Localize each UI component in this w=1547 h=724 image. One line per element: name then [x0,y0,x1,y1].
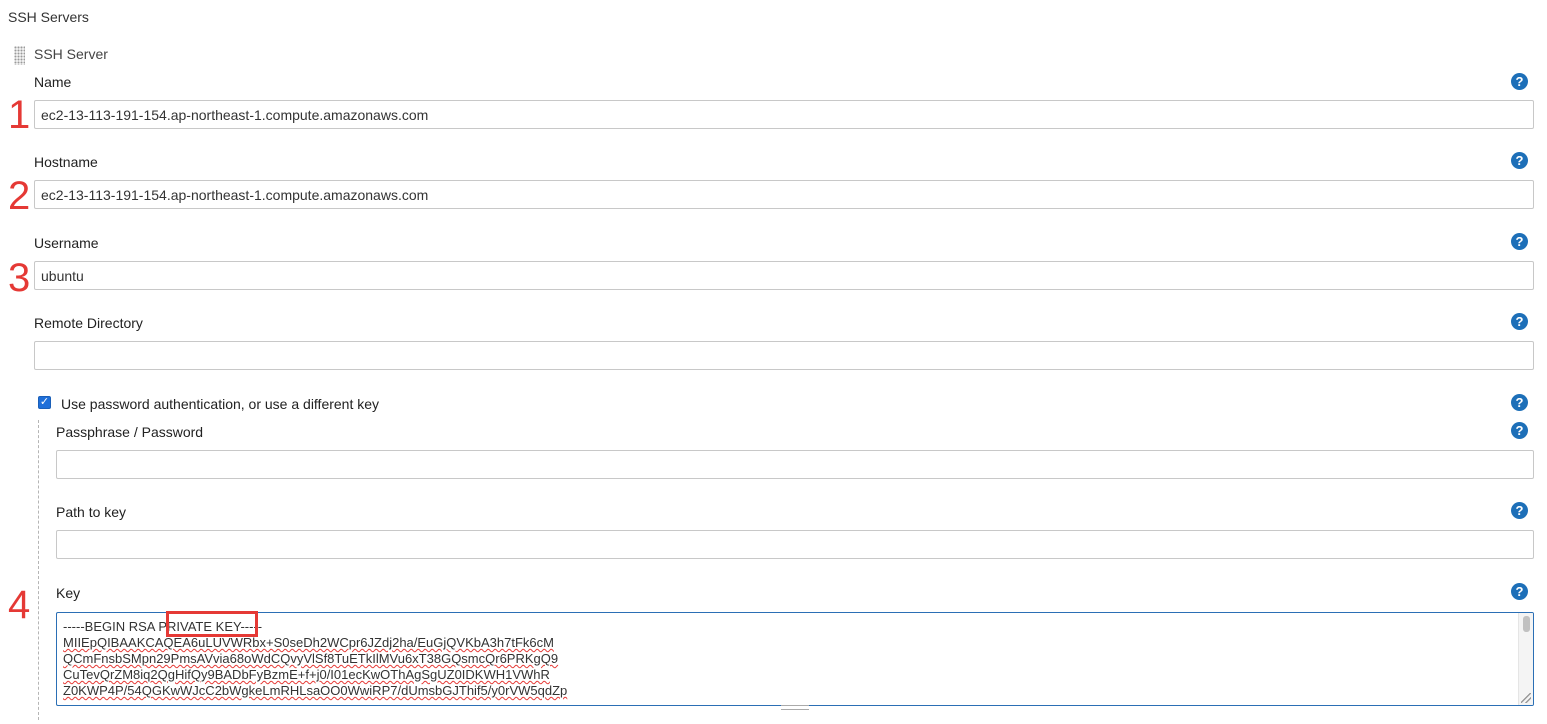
hostname-input[interactable] [34,180,1534,209]
path-to-key-input[interactable] [56,530,1534,559]
section-title: SSH Servers [8,9,89,25]
key-textarea[interactable]: -----BEGIN RSA PRIVATE KEY----- MIIEpQIB… [56,612,1534,706]
resize-handle-icon[interactable] [1521,693,1531,703]
name-label: Name [34,74,72,90]
help-icon[interactable]: ? [1511,313,1528,330]
key-scrollbar[interactable] [1518,613,1533,705]
passphrase-label: Passphrase / Password [56,424,204,440]
name-input[interactable] [34,100,1534,129]
nested-section-divider [38,420,39,720]
help-icon[interactable]: ? [1511,73,1528,90]
key-line: Z0KWP4P/54QGKwWJcC2bWgkeLmRHLsaOO0WwiRP7… [63,683,568,698]
step-number-2: 2 [8,174,31,218]
remote-directory-label: Remote Directory [34,315,143,331]
help-icon[interactable]: ? [1511,422,1528,439]
key-line: -----BEGIN RSA PRIVATE KEY----- [63,619,263,634]
password-auth-checkbox[interactable]: ✓ [38,396,51,409]
step-number-4: 4 [8,583,31,627]
step-number-1: 1 [8,93,31,137]
checkmark-icon: ✓ [39,396,50,408]
annotation-highlight-box [166,611,258,637]
help-icon[interactable]: ? [1511,152,1528,169]
key-line: MIIEpQIBAAKCAQEA6uLUVWRbx+S0seDh2WCpr6JZ… [63,635,554,650]
username-label: Username [34,235,99,251]
key-text: -----BEGIN RSA PRIVATE KEY----- MIIEpQIB… [63,619,567,699]
hostname-label: Hostname [34,154,98,170]
step-number-3: 3 [8,256,31,300]
help-icon[interactable]: ? [1511,394,1528,411]
username-input[interactable] [34,261,1534,290]
scrollbar-thumb[interactable] [1523,616,1530,632]
textarea-grip-icon[interactable] [781,705,809,710]
key-label: Key [56,585,81,601]
drag-handle-icon[interactable] [14,46,25,65]
key-line: QCmFnsbSMpn29PmsAVvia68oWdCQvyVlSf8TuETk… [63,651,559,666]
help-icon[interactable]: ? [1511,502,1528,519]
help-icon[interactable]: ? [1511,233,1528,250]
path-to-key-label: Path to key [56,504,127,520]
help-icon[interactable]: ? [1511,583,1528,600]
passphrase-input[interactable] [56,450,1534,479]
password-auth-label[interactable]: Use password authentication, or use a di… [61,396,379,412]
server-title: SSH Server [34,46,108,62]
key-line: CuTevQrZM8iq2QgHifQy9BADbFyBzmE+f+j0/I01… [63,667,550,682]
remote-directory-input[interactable] [34,341,1534,370]
